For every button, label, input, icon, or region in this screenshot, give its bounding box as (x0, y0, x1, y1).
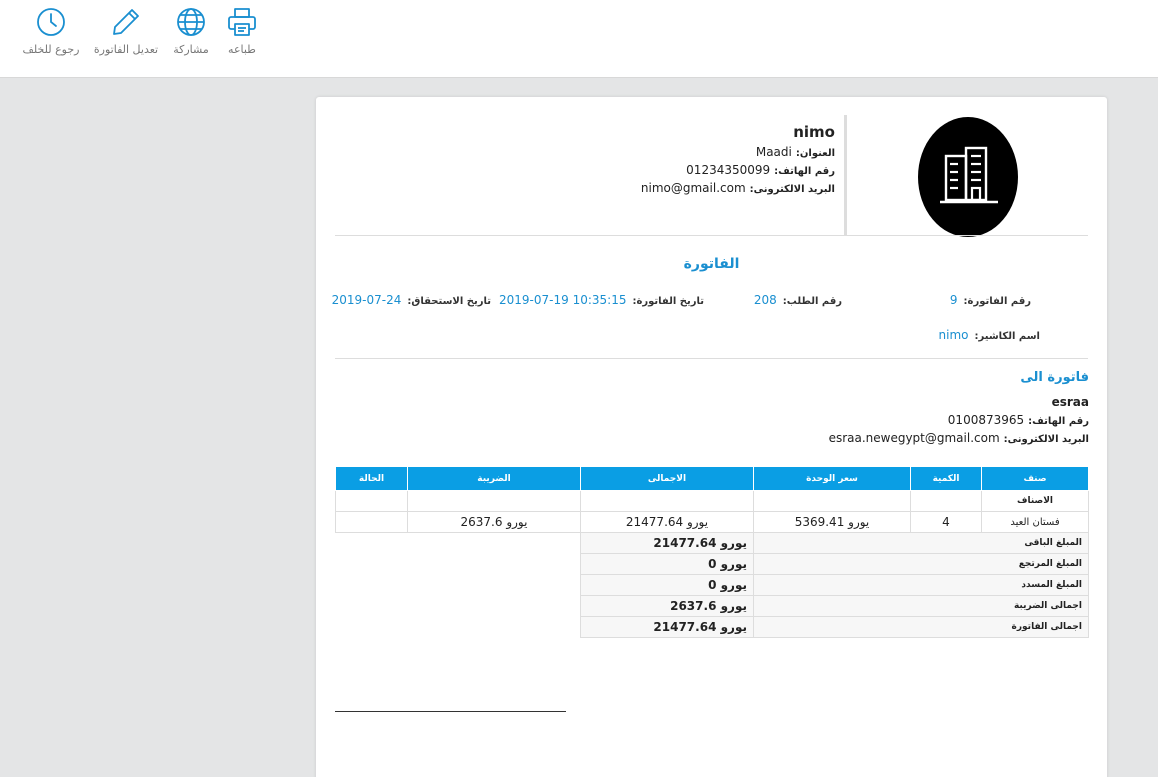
order-number-value: 208 (753, 293, 777, 307)
summary-value: يورو 21477.64 (580, 616, 754, 638)
header-qty: الكمية (910, 466, 982, 491)
clock-icon (37, 8, 65, 36)
cashier-value: nimo (938, 328, 969, 342)
customer-name: esraa (1051, 395, 1089, 409)
header-separator (844, 115, 847, 235)
header-item: صنف (981, 466, 1089, 491)
shop-phone-label: رقم الهاتف: (774, 166, 835, 177)
category-label: الاصناف (981, 490, 1089, 512)
back-button[interactable]: رجوع للخلف (16, 6, 86, 56)
back-label: رجوع للخلف (22, 43, 80, 56)
header-status: الحالة (335, 466, 408, 491)
shop-address-label: العنوان: (795, 148, 835, 159)
bill-to-title: فاتورة الى (1020, 370, 1089, 385)
cell-unit-price: يورو 5369.41 (753, 511, 911, 533)
summary-row: المبلغ المسدد يورو 0 (335, 574, 1089, 596)
customer-phone: رقم الهاتف:0100873965 (829, 413, 1089, 427)
summary-label: اجمالى الضريبة (753, 595, 1089, 617)
toolbar: طباعه مشاركة تعديل الفاتورة رجوع للخلف (0, 0, 1158, 78)
shop-phone: رقم الهاتف:01234350099 (641, 163, 835, 177)
header-unit-price: سعر الوحدة (753, 466, 911, 491)
shop-email-label: البريد الالكترونى: (749, 184, 835, 195)
order-number: رقم الطلب: 208 (754, 293, 842, 307)
bill-to-info: esraa رقم الهاتف:0100873965 البريد الالك… (829, 395, 1089, 445)
building-icon (940, 146, 998, 204)
summary-value: يورو 0 (580, 574, 754, 596)
due-date-value: 2019-07-24 (331, 293, 402, 307)
signature-line (335, 711, 566, 712)
due-date: تاريخ الاستحقاق: 2019-07-24 (332, 293, 491, 307)
summary-row: اجمالى الضريبة يورو 2637.6 (335, 595, 1089, 617)
company-logo (918, 117, 1018, 237)
summary-label: المبلغ المسدد (753, 574, 1089, 596)
pencil-icon (113, 9, 139, 35)
invoice-date-label: تاريخ الفاتورة: (632, 296, 704, 307)
shop-phone-value: 01234350099 (686, 163, 771, 177)
summary-value: يورو 21477.64 (580, 532, 754, 554)
invoice-paper: nimo العنوان:Maadi رقم الهاتف:0123435009… (316, 97, 1107, 777)
shop-email-value: nimo@gmail.com (640, 181, 746, 195)
customer-email-value: esraa.newegypt@gmail.com (828, 431, 1000, 445)
customer-email-label: البريد الالكترونى: (1003, 434, 1089, 445)
header-tax: الضريبة (407, 466, 581, 491)
invoice-number-label: رقم الفاتورة: (963, 296, 1031, 307)
cashier: اسم الكاشير: nimo (939, 328, 1040, 342)
customer-email: البريد الالكترونى:esraa.newegypt@gmail.c… (829, 431, 1089, 445)
invoice-number-value: 9 (949, 293, 958, 307)
customer-phone-label: رقم الهاتف: (1028, 416, 1089, 427)
summary-row: المبلغ المرتجع يورو 0 (335, 553, 1089, 575)
shop-name: nimo (793, 123, 835, 141)
summary-value: يورو 2637.6 (580, 595, 754, 617)
shop-email: البريد الالكترونى:nimo@gmail.com (641, 181, 835, 195)
order-number-label: رقم الطلب: (782, 296, 842, 307)
invoice-date-value: 2019-07-19 10:35:15 (499, 293, 627, 307)
summary-row: المبلغ الباقى يورو 21477.64 (335, 532, 1089, 554)
shop-address-value: Maadi (755, 145, 792, 159)
items-table: صنف الكمية سعر الوحدة الاجمالى الضريبة ا… (335, 466, 1089, 638)
divider (335, 358, 1088, 359)
cell-tax: يورو 2637.6 (407, 511, 581, 533)
table-header-row: صنف الكمية سعر الوحدة الاجمالى الضريبة ا… (335, 466, 1089, 491)
due-date-label: تاريخ الاستحقاق: (407, 296, 491, 307)
divider (335, 235, 1088, 236)
edit-invoice-button[interactable]: تعديل الفاتورة (91, 6, 161, 56)
shop-address: العنوان:Maadi (641, 145, 835, 159)
table-row: فستان العيد 4 يورو 5369.41 يورو 21477.64… (335, 511, 1089, 533)
share-button[interactable]: مشاركة (156, 6, 226, 56)
share-label: مشاركة (173, 43, 209, 56)
shop-info: nimo العنوان:Maadi رقم الهاتف:0123435009… (641, 123, 835, 195)
cashier-label: اسم الكاشير: (974, 331, 1040, 342)
category-row: الاصناف (335, 490, 1089, 512)
invoice-date: تاريخ الفاتورة: 2019-07-19 10:35:15 (499, 293, 704, 307)
cell-qty: 4 (910, 511, 982, 533)
summary-label: المبلغ الباقى (753, 532, 1089, 554)
invoice-title: الفاتورة (683, 256, 740, 272)
summary-label: المبلغ المرتجع (753, 553, 1089, 575)
summary-value: يورو 0 (580, 553, 754, 575)
edit-invoice-label: تعديل الفاتورة (93, 43, 159, 56)
invoice-number: رقم الفاتورة: 9 (950, 293, 1031, 307)
cell-total: يورو 21477.64 (580, 511, 754, 533)
globe-icon (177, 8, 205, 36)
cell-status (335, 511, 408, 533)
customer-phone-value: 0100873965 (947, 413, 1025, 427)
summary-row: اجمالى الفاتورة يورو 21477.64 (335, 616, 1089, 638)
printer-icon (228, 8, 256, 36)
summary-label: اجمالى الفاتورة (753, 616, 1089, 638)
cell-item: فستان العيد (981, 511, 1089, 533)
header-total: الاجمالى (580, 466, 754, 491)
